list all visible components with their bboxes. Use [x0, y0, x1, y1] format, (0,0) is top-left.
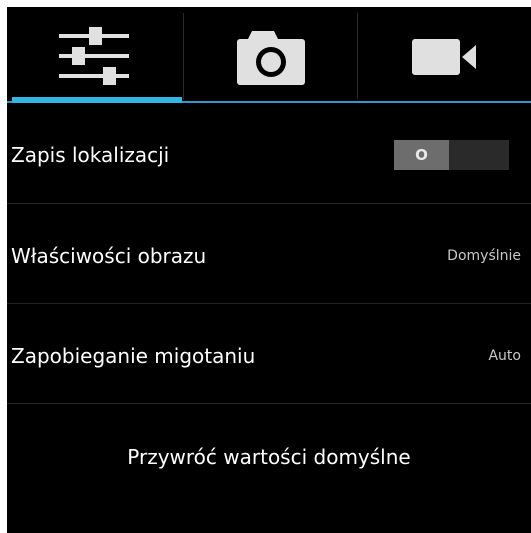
divider: [7, 403, 531, 404]
image-properties-label: Właściwości obrazu: [11, 243, 207, 268]
tab-camera[interactable]: [184, 7, 357, 105]
location-toggle[interactable]: O: [394, 139, 509, 170]
tab-settings[interactable]: [7, 7, 183, 105]
image-properties-row[interactable]: Właściwości obrazu Domyślnie: [7, 206, 531, 305]
anti-flicker-value: Auto: [488, 347, 521, 364]
camera-icon: [236, 31, 305, 85]
camera-settings-panel: Zapis lokalizacji O Właściwości obrazu D…: [7, 7, 531, 533]
active-tab-indicator: [12, 97, 182, 103]
anti-flicker-row[interactable]: Zapobieganie migotaniu Auto: [7, 306, 531, 405]
toggle-state-text: O: [415, 145, 428, 164]
toggle-thumb: O: [394, 139, 449, 170]
divider: [7, 303, 531, 304]
location-label: Zapis lokalizacji: [11, 142, 170, 167]
image-properties-value: Domyślnie: [447, 247, 521, 264]
tab-video[interactable]: [358, 7, 531, 105]
video-camera-icon: [411, 39, 476, 75]
reset-defaults-button[interactable]: Przywróć wartości domyślne: [7, 407, 531, 507]
sliders-icon: [59, 27, 129, 85]
location-setting-row[interactable]: Zapis lokalizacji O: [7, 105, 531, 204]
anti-flicker-label: Zapobieganie migotaniu: [11, 343, 256, 368]
settings-tab-bar: [7, 7, 531, 105]
divider: [7, 203, 531, 204]
